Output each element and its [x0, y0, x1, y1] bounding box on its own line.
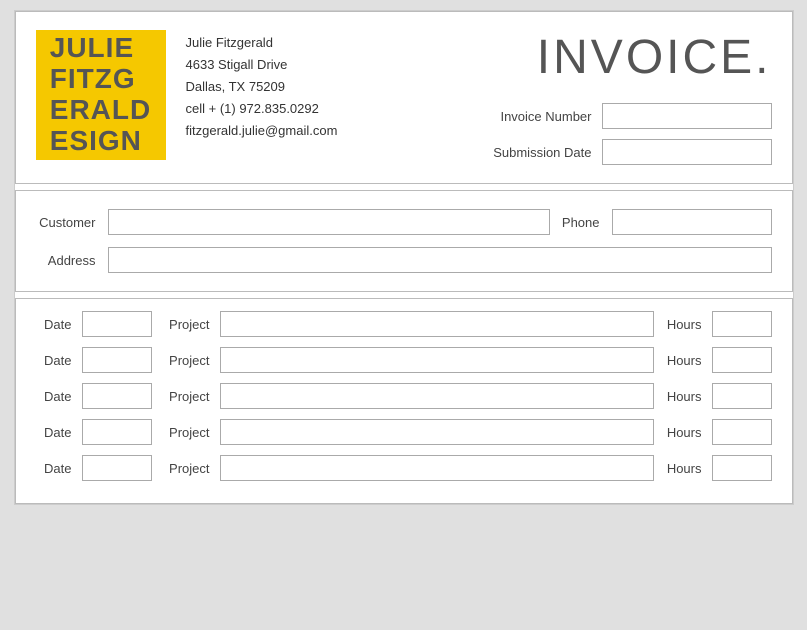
project-label-1: Project — [162, 317, 210, 332]
contact-address: 4633 Stigall Drive — [186, 54, 469, 76]
contact-phone: cell + (1) 972.835.0292 — [186, 98, 469, 120]
hours-label-2: Hours — [664, 353, 702, 368]
line-item-row: Date Project Hours — [36, 455, 772, 481]
invoice-number-label: Invoice Number — [500, 109, 591, 124]
customer-section: Customer Phone Address — [15, 190, 793, 292]
project-input-1[interactable] — [220, 311, 654, 337]
logo-box: JULIE FITZG ERALD ESIGN — [36, 30, 166, 160]
date-label-2: Date — [36, 353, 72, 368]
invoice-title-area: INVOICE. Invoice Number Submission Date — [489, 30, 772, 165]
invoice-number-input[interactable] — [602, 103, 772, 129]
invoice-fields: Invoice Number Submission Date — [489, 103, 772, 165]
hours-input-3[interactable] — [712, 383, 772, 409]
hours-label-4: Hours — [664, 425, 702, 440]
customer-input[interactable] — [108, 209, 550, 235]
address-input[interactable] — [108, 247, 772, 273]
contact-email: fitzgerald.julie@gmail.com — [186, 120, 469, 142]
phone-input[interactable] — [612, 209, 772, 235]
contact-name: Julie Fitzgerald — [186, 32, 469, 54]
date-input-2[interactable] — [82, 347, 152, 373]
hours-input-5[interactable] — [712, 455, 772, 481]
date-input-4[interactable] — [82, 419, 152, 445]
date-label-4: Date — [36, 425, 72, 440]
hours-input-1[interactable] — [712, 311, 772, 337]
hours-input-2[interactable] — [712, 347, 772, 373]
logo-line1: JULIE — [50, 32, 134, 63]
line-item-row: Date Project Hours — [36, 383, 772, 409]
logo-line3: ERALD — [50, 94, 151, 125]
line-item-row: Date Project Hours — [36, 311, 772, 337]
hours-input-4[interactable] — [712, 419, 772, 445]
hours-label-5: Hours — [664, 461, 702, 476]
project-input-5[interactable] — [220, 455, 654, 481]
project-label-5: Project — [162, 461, 210, 476]
logo-text: JULIE FITZG ERALD ESIGN — [50, 33, 151, 156]
hours-label-1: Hours — [664, 317, 702, 332]
project-label-2: Project — [162, 353, 210, 368]
line-item-row: Date Project Hours — [36, 419, 772, 445]
date-input-1[interactable] — [82, 311, 152, 337]
address-label: Address — [36, 253, 96, 268]
date-label-5: Date — [36, 461, 72, 476]
address-row: Address — [36, 247, 772, 273]
logo-line4: ESIGN — [50, 125, 142, 156]
submission-date-label: Submission Date — [493, 145, 591, 160]
invoice-number-row: Invoice Number — [500, 103, 771, 129]
header-section: JULIE FITZG ERALD ESIGN Julie Fitzgerald… — [15, 11, 793, 184]
hours-label-3: Hours — [664, 389, 702, 404]
project-input-3[interactable] — [220, 383, 654, 409]
line-items-section: Date Project Hours Date Project Hours Da… — [15, 298, 793, 504]
contact-info: Julie Fitzgerald 4633 Stigall Drive Dall… — [186, 30, 469, 142]
line-item-row: Date Project Hours — [36, 347, 772, 373]
date-input-3[interactable] — [82, 383, 152, 409]
date-label-3: Date — [36, 389, 72, 404]
date-input-5[interactable] — [82, 455, 152, 481]
project-label-3: Project — [162, 389, 210, 404]
submission-date-row: Submission Date — [493, 139, 771, 165]
date-label-1: Date — [36, 317, 72, 332]
phone-label: Phone — [562, 215, 600, 230]
project-input-2[interactable] — [220, 347, 654, 373]
project-label-4: Project — [162, 425, 210, 440]
customer-label: Customer — [36, 215, 96, 230]
logo-line2: FITZG — [50, 63, 136, 94]
contact-city: Dallas, TX 75209 — [186, 76, 469, 98]
customer-row: Customer Phone — [36, 209, 772, 235]
invoice-title: INVOICE. — [537, 30, 772, 85]
submission-date-input[interactable] — [602, 139, 772, 165]
project-input-4[interactable] — [220, 419, 654, 445]
